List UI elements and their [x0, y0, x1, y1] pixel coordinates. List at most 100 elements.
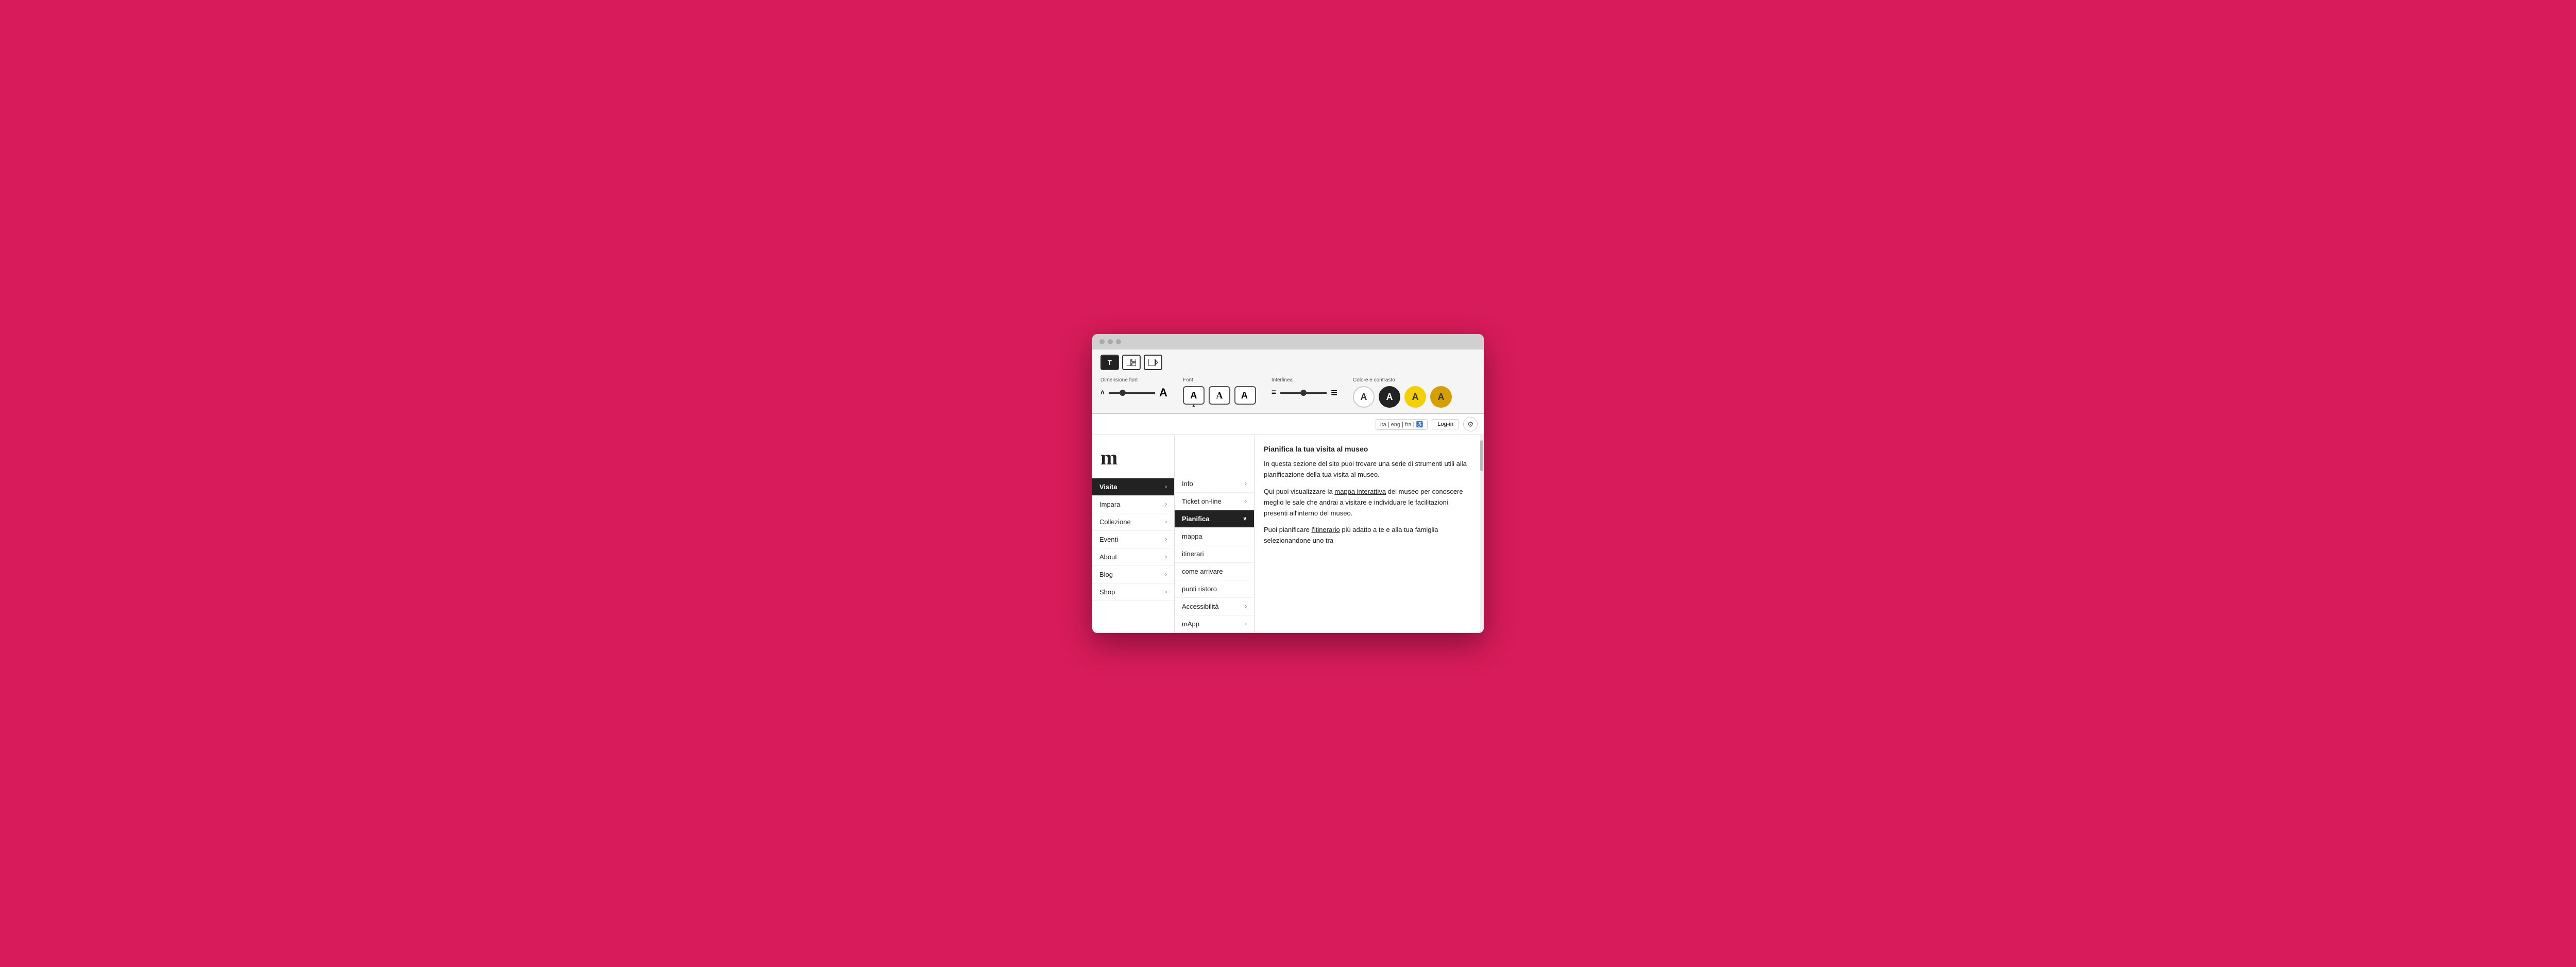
accessibility-toolbar: T Dimensione font A — [1092, 349, 1484, 413]
submenu-item-itinerari[interactable]: itinerari — [1175, 545, 1254, 563]
submenu-item-mapp[interactable]: mApp › — [1175, 615, 1254, 633]
font-label: Font — [1183, 377, 1193, 383]
nav-chevron-visita: › — [1165, 484, 1167, 490]
font-size-section: Dimensione font A A — [1100, 377, 1183, 399]
main-paragraph-1: In questa sezione del sito puoi trovare … — [1264, 459, 1470, 480]
nav-item-shop-label: Shop — [1099, 588, 1115, 596]
nav-item-visita-label: Visita — [1099, 483, 1117, 491]
tool-type-row: T — [1100, 355, 1476, 370]
line-height-slider[interactable] — [1280, 392, 1327, 394]
font-size-slider[interactable] — [1109, 392, 1155, 394]
line-height-large-label: ≡ — [1331, 386, 1337, 399]
main-navigation: m Visita › Impara › Collezione › — [1092, 435, 1175, 633]
submenu-chevron-mapp: › — [1245, 621, 1247, 627]
settings-icon[interactable]: ⚙ — [1463, 417, 1478, 431]
submenu-item-mappa-label: mappa — [1182, 532, 1202, 540]
font-sans-button[interactable]: A ▲ — [1183, 386, 1205, 405]
submenu-item-accessibilita[interactable]: Accessibilità › — [1175, 598, 1254, 615]
font-serif-button[interactable]: A — [1209, 386, 1230, 405]
nav-chevron-blog: › — [1165, 572, 1167, 577]
nav-item-visita[interactable]: Visita › — [1092, 478, 1174, 496]
scrollbar-thumb[interactable] — [1480, 440, 1483, 471]
itinerario-link[interactable]: l'itinerario — [1312, 526, 1340, 533]
nav-item-eventi[interactable]: Eventi › — [1092, 531, 1174, 548]
font-wide-button[interactable]: A — [1234, 386, 1256, 405]
nav-chevron-collezione: › — [1165, 519, 1167, 525]
nav-item-eventi-label: Eventi — [1099, 536, 1118, 543]
color-normal-button[interactable]: A — [1353, 386, 1375, 408]
toolbar-controls-row: Dimensione font A A Font A ▲ — [1100, 377, 1476, 408]
nav-item-collezione-label: Collezione — [1099, 518, 1131, 526]
font-size-label: Dimensione font — [1100, 377, 1138, 383]
submenu-item-accessibilita-label: Accessibilità — [1182, 603, 1219, 610]
color-controls: A A A A — [1353, 386, 1452, 408]
line-height-small-label: ≡ — [1272, 388, 1276, 397]
site-header: ita | eng | fra | ♿ Log-in ⚙ — [1092, 414, 1484, 435]
nav-item-shop[interactable]: Shop › — [1092, 583, 1174, 601]
nav-item-impara[interactable]: Impara › — [1092, 496, 1174, 513]
submenu-item-itinerari-label: itinerari — [1182, 550, 1204, 558]
nav-item-impara-label: Impara — [1099, 501, 1120, 508]
text-tool-button[interactable]: T — [1100, 355, 1119, 370]
submenu-chevron-ticket: › — [1245, 498, 1247, 504]
font-size-large-label: A — [1159, 386, 1167, 399]
login-button[interactable]: Log-in — [1432, 419, 1459, 429]
color-contrast-label: Colore e contrasto — [1353, 377, 1395, 383]
line-height-controls: ≡ ≡ — [1272, 386, 1337, 399]
window-dot-1 — [1099, 339, 1105, 344]
nav-menu: Visita › Impara › Collezione › Eventi › — [1092, 478, 1174, 601]
nav-chevron-impara: › — [1165, 502, 1167, 507]
font-section: Font A ▲ A A — [1183, 377, 1272, 405]
main-paragraph-2: Qui puoi visualizzare la mappa interatti… — [1264, 487, 1470, 519]
video-tool-button[interactable] — [1144, 355, 1162, 370]
nav-chevron-about: › — [1165, 554, 1167, 560]
nav-chevron-eventi: › — [1165, 537, 1167, 542]
submenu-item-mappa[interactable]: mappa — [1175, 528, 1254, 545]
layout-tool-button[interactable] — [1122, 355, 1141, 370]
submenu-chevron-accessibilita: › — [1245, 604, 1247, 609]
nav-item-about[interactable]: About › — [1092, 548, 1174, 566]
color-dark-button[interactable]: A — [1379, 386, 1400, 408]
submenu-item-punti-ristoro[interactable]: punti ristoro — [1175, 580, 1254, 598]
submenu-item-punti-ristoro-label: punti ristoro — [1182, 585, 1217, 593]
scrollbar[interactable] — [1480, 435, 1484, 633]
site-logo: m — [1092, 435, 1174, 478]
submenu-chevron-info: › — [1245, 481, 1247, 487]
color-yellow-button[interactable]: A — [1404, 386, 1426, 408]
window-dot-2 — [1108, 339, 1113, 344]
window-dot-3 — [1116, 339, 1121, 344]
language-selector[interactable]: ita | eng | fra | ♿ — [1376, 419, 1428, 430]
line-height-section: Interlinea ≡ ≡ — [1272, 377, 1353, 399]
main-content-area: Pianifica la tua visita al museo In ques… — [1255, 435, 1480, 610]
submenu-item-ticket[interactable]: Ticket on-line › — [1175, 493, 1254, 510]
main-paragraph-3: Puoi pianificare l'itinerario più adatto… — [1264, 525, 1470, 546]
site-body: m Visita › Impara › Collezione › — [1092, 435, 1484, 633]
submenu-chevron-pianifica: ∨ — [1243, 516, 1247, 522]
submenu-item-info[interactable]: Info › — [1175, 475, 1254, 493]
main-title: Pianifica la tua visita al museo — [1264, 443, 1470, 455]
font-size-small-label: A — [1100, 390, 1105, 396]
nav-item-blog[interactable]: Blog › — [1092, 566, 1174, 583]
color-contrast-section: Colore e contrasto A A A A — [1353, 377, 1467, 408]
submenu-item-ticket-label: Ticket on-line — [1182, 497, 1222, 505]
browser-titlebar — [1092, 334, 1484, 349]
font-size-controls: A A — [1100, 386, 1167, 399]
mappa-interattiva-link[interactable]: mappa interattiva — [1334, 488, 1386, 495]
submenu-item-pianifica[interactable]: Pianifica ∨ — [1175, 510, 1254, 528]
browser-window: T Dimensione font A — [1092, 334, 1484, 633]
submenu-item-come-arrivare-label: come arrivare — [1182, 568, 1223, 575]
submenu-item-pianifica-label: Pianifica — [1182, 515, 1209, 523]
font-controls: A ▲ A A — [1183, 386, 1256, 405]
submenu-item-come-arrivare[interactable]: come arrivare — [1175, 563, 1254, 580]
website-content: ita | eng | fra | ♿ Log-in ⚙ m Visita › … — [1092, 413, 1484, 633]
nav-chevron-shop: › — [1165, 589, 1167, 595]
submenu-item-mapp-label: mApp — [1182, 620, 1199, 628]
nav-item-blog-label: Blog — [1099, 571, 1113, 578]
nav-item-collezione[interactable]: Collezione › — [1092, 513, 1174, 531]
nav-item-about-label: About — [1099, 553, 1117, 561]
color-dark-yellow-button[interactable]: A — [1430, 386, 1452, 408]
submenu-item-info-label: Info — [1182, 480, 1193, 488]
submenu: Info › Ticket on-line › Pianifica ∨ mapp… — [1175, 435, 1255, 633]
line-height-label: Interlinea — [1272, 377, 1293, 383]
font-sans-arrow: ▲ — [1192, 403, 1196, 408]
